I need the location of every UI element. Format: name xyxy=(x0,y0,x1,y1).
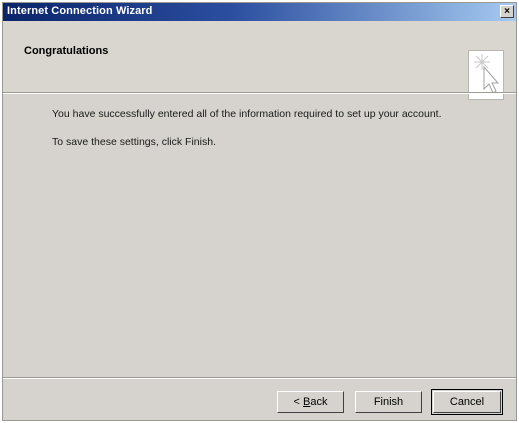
back-button[interactable]: < Back xyxy=(277,391,344,413)
close-icon: × xyxy=(504,6,510,17)
wizard-window: Internet Connection Wizard × Congratulat… xyxy=(2,2,517,421)
finish-instruction: To save these settings, click Finish. xyxy=(52,136,216,148)
back-button-prefix: < xyxy=(293,396,303,408)
wizard-header: Congratulations xyxy=(3,21,516,100)
finish-button[interactable]: Finish xyxy=(355,391,422,413)
close-button[interactable]: × xyxy=(500,5,514,18)
window-title: Internet Connection Wizard xyxy=(7,5,153,17)
finish-button-label: Finish xyxy=(373,396,404,408)
back-button-hotkey: B xyxy=(303,396,311,408)
footer-divider xyxy=(3,377,516,379)
page-title: Congratulations xyxy=(24,45,109,57)
cancel-button[interactable]: Cancel xyxy=(431,389,503,415)
cancel-button-label: Cancel xyxy=(449,396,485,408)
header-divider xyxy=(3,92,516,94)
success-message: You have successfully entered all of the… xyxy=(52,108,442,120)
back-button-label: ack xyxy=(310,396,328,408)
title-bar[interactable]: Internet Connection Wizard × xyxy=(3,3,516,21)
